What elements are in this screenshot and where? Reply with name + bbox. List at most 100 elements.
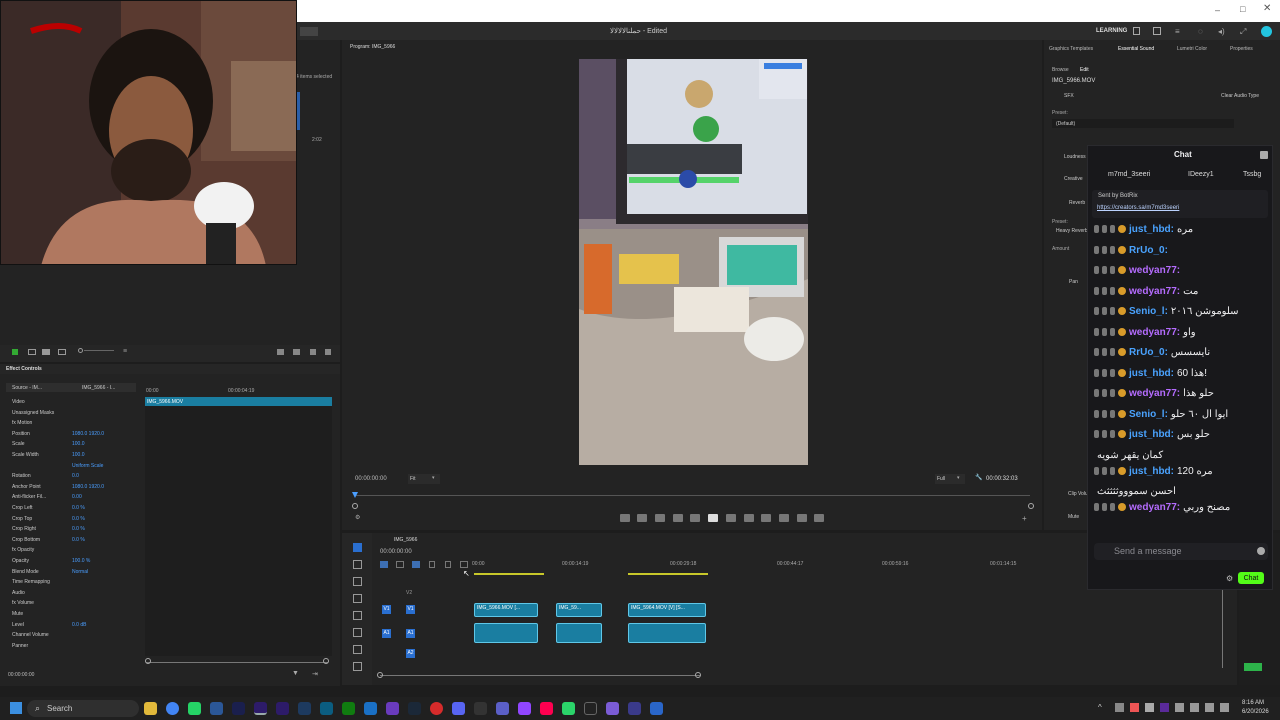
mod-action-icon[interactable]	[1094, 348, 1099, 357]
effect-row[interactable]: Time Remapping	[6, 578, 146, 588]
premiere-pro-icon[interactable]	[254, 702, 267, 715]
track-a2-label[interactable]: A2	[406, 649, 415, 658]
insert-nest-icon[interactable]	[380, 561, 388, 568]
media-encoder-icon[interactable]	[320, 702, 333, 715]
app9-icon[interactable]	[628, 702, 641, 715]
fit-dropdown[interactable]: Fit ▾	[408, 474, 440, 484]
effect-row[interactable]: Crop Top 0.0 %	[6, 515, 146, 525]
audio-clip-3[interactable]	[628, 623, 706, 643]
chat-username[interactable]: wedyan77:	[1129, 327, 1180, 338]
mod-action-icon[interactable]	[1110, 348, 1115, 357]
playhead-icon[interactable]	[352, 492, 358, 498]
effect-row[interactable]: fx Opacity	[6, 546, 146, 556]
mod-action-icon[interactable]	[1110, 430, 1115, 439]
tray-chevron-icon[interactable]: ^	[1098, 703, 1102, 712]
after-effects-icon[interactable]	[276, 702, 289, 715]
chat-send-button[interactable]: Chat	[1238, 572, 1264, 584]
effect-row[interactable]: Crop Bottom 0.0 %	[6, 536, 146, 546]
chat-message[interactable]: RrUo_0:	[1094, 245, 1270, 257]
chat-username[interactable]: Senio_l:	[1129, 306, 1168, 317]
mod-action-icon[interactable]	[1110, 389, 1115, 398]
effect-row[interactable]: Video	[6, 398, 146, 408]
mod-action-icon[interactable]	[1110, 286, 1115, 295]
mod-action-icon[interactable]	[1102, 466, 1107, 475]
tray-icon-4[interactable]	[1160, 703, 1169, 712]
icon-view-icon[interactable]	[42, 349, 50, 355]
tab-graphics-templates[interactable]: Graphics Templates	[1049, 46, 1093, 52]
effect-row[interactable]: Anti-flicker Fil... 0.00	[6, 493, 146, 503]
effect-row[interactable]: Blend Mode Normal	[6, 568, 146, 578]
effect-row-value[interactable]: Normal	[72, 569, 88, 575]
chat-message[interactable]: just_hbd: مره	[1094, 224, 1270, 236]
top-user-1[interactable]: m7md_3seeri	[1108, 171, 1150, 178]
minimize-icon[interactable]: –	[1215, 5, 1220, 15]
mod-action-icon[interactable]	[1110, 409, 1115, 418]
track-select-icon[interactable]	[353, 560, 362, 569]
chat-message[interactable]: just_hbd: مره 120	[1094, 466, 1270, 478]
chat-username[interactable]: wedyan77:	[1129, 265, 1180, 276]
ec-zoom-handle-right[interactable]	[323, 658, 329, 664]
taskbar-search[interactable]: ⌕ Search	[27, 700, 139, 717]
delete-icon[interactable]	[325, 349, 331, 355]
mod-action-icon[interactable]	[1110, 466, 1115, 475]
add-marker-icon[interactable]	[619, 514, 630, 522]
effect-row-value[interactable]: 0.0 %	[72, 537, 85, 543]
effect-row[interactable]: Position 1080.0 1920.0	[6, 430, 146, 440]
chat-username[interactable]: wedyan77:	[1129, 502, 1180, 513]
go-to-out-icon[interactable]	[743, 514, 754, 522]
home-icon[interactable]	[300, 27, 318, 36]
step-forward-icon[interactable]	[725, 514, 736, 522]
mod-action-icon[interactable]	[1102, 245, 1107, 254]
windows-start-icon[interactable]	[10, 702, 22, 714]
chat-username[interactable]: RrUo_0:	[1129, 347, 1168, 358]
mod-action-icon[interactable]	[1110, 307, 1115, 316]
timeline-zoom-bar[interactable]	[380, 675, 700, 676]
mod-action-icon[interactable]	[1110, 368, 1115, 377]
preset-dropdown[interactable]: (Default)	[1052, 119, 1234, 128]
mod-action-icon[interactable]	[1102, 430, 1107, 439]
list-view-icon[interactable]	[28, 349, 36, 355]
clear-audio-type-button[interactable]: Clear Audio Type	[1221, 93, 1259, 99]
program-scrubber[interactable]	[354, 495, 1030, 496]
notifications-icon[interactable]: ◌	[1198, 27, 1203, 36]
chat-username[interactable]: just_hbd:	[1129, 368, 1174, 379]
effect-row[interactable]: Crop Left 0.0 %	[6, 504, 146, 514]
chat-message[interactable]: احسن سموووثثثثث	[1094, 486, 1270, 498]
effect-controls-tab[interactable]: Effect Controls	[6, 366, 42, 372]
effect-row-value[interactable]: 0.0 dB	[72, 622, 86, 628]
mod-action-icon[interactable]	[1094, 368, 1099, 377]
mark-out-icon[interactable]	[655, 514, 666, 522]
new-bin-icon[interactable]	[277, 349, 284, 355]
ec-zoom-handle-left[interactable]	[145, 658, 151, 664]
mod-action-icon[interactable]	[1094, 225, 1099, 234]
photoshop-icon[interactable]	[232, 702, 245, 715]
app6-icon[interactable]	[562, 702, 575, 715]
mod-action-icon[interactable]	[1094, 466, 1099, 475]
ec-zoom-bar[interactable]	[146, 662, 328, 663]
volume-icon[interactable]	[1205, 703, 1214, 712]
effect-row[interactable]: Uniform Scale	[6, 462, 146, 472]
video-clip-1[interactable]: IMG_5966.MOV [...	[474, 603, 538, 617]
effect-row[interactable]: Unassigned Masks	[6, 409, 146, 419]
mod-action-icon[interactable]	[1094, 307, 1099, 316]
chat-message[interactable]: wedyan77: واو	[1094, 327, 1270, 339]
timeline-zoom-right[interactable]	[695, 672, 701, 678]
step-back-icon[interactable]	[690, 514, 701, 522]
zoom-track[interactable]	[84, 350, 114, 351]
chat-message[interactable]: wedyan77:	[1094, 265, 1270, 277]
es-mute[interactable]: Mute	[1068, 514, 1079, 520]
twitch-icon[interactable]	[518, 702, 531, 715]
tray-icon-1[interactable]	[1115, 703, 1124, 712]
chat-message[interactable]: just_hbd: حلو بس	[1094, 429, 1270, 441]
tab-edit[interactable]: Edit	[1080, 67, 1089, 73]
timeline-timecode[interactable]: 00:00:00:00	[380, 549, 412, 555]
chat-username[interactable]: wedyan77:	[1129, 286, 1180, 297]
effect-row-value[interactable]: Uniform Scale	[72, 463, 103, 469]
effect-row-value[interactable]: 0.0 %	[72, 526, 85, 532]
menu-icon[interactable]: ≡	[1175, 27, 1180, 36]
ec-clip-bar[interactable]: IMG_5966.MOV	[145, 397, 332, 406]
chat-message[interactable]: just_hbd: هذا 60!	[1094, 368, 1270, 380]
creative-cloud-icon[interactable]	[1261, 26, 1272, 37]
tab-essential-sound[interactable]: Essential Sound	[1118, 46, 1154, 52]
es-reverb-preset[interactable]: Heavy Reverb	[1056, 228, 1088, 234]
